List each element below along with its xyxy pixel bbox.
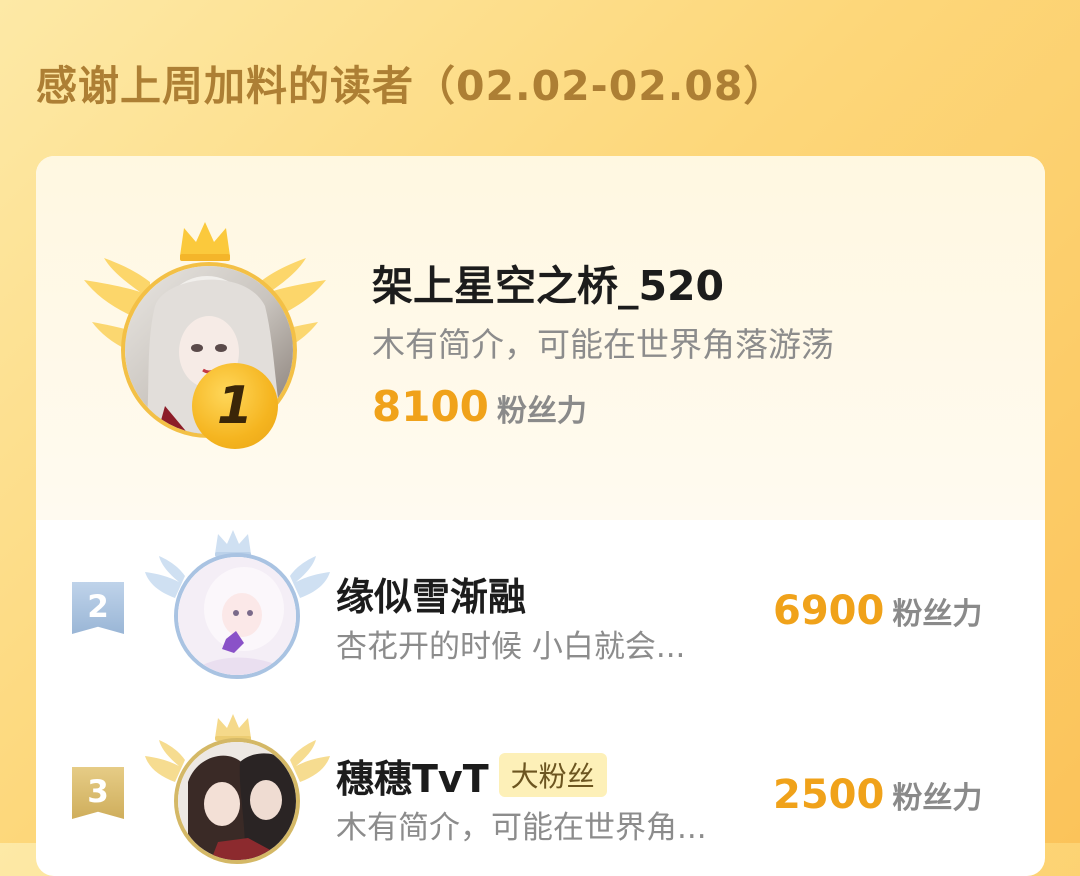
first-place-bio: 木有简介，可能在世界角落游荡 [372,325,834,364]
rank-2-bio: 杏花开的时候 小白就会... [336,629,686,665]
score-value: 8100 [372,382,489,431]
score-value: 2500 [773,772,885,818]
rank-3-username-text: 穗穗TvT [336,757,489,801]
score-unit: 粉丝力 [892,781,983,816]
big-fan-badge: 大粉丝 [498,753,607,797]
rank-3-avatar[interactable] [174,738,300,864]
rank-2-username[interactable]: 缘似雪渐融 [336,566,526,621]
rank-2-tag: 2 [72,582,124,634]
score-unit: 粉丝力 [892,597,983,632]
rank-3-tag: 3 [72,767,124,819]
rank-2-score: 6900 粉丝力 [773,588,982,634]
score-unit: 粉丝力 [496,394,587,429]
first-place-score: 8100 粉丝力 [372,382,587,431]
score-value: 6900 [773,588,885,634]
rank-3-score: 2500 粉丝力 [773,772,982,818]
rank-3-username[interactable]: 穗穗TvT 大粉丝 [336,748,607,803]
rank-3-bio: 木有简介，可能在世界角... [336,810,707,846]
first-place-username[interactable]: 架上星空之桥_520 [372,252,724,312]
rank-1-badge: 1 [192,363,278,449]
rank-2-avatar[interactable] [174,553,300,679]
page-title: 感谢上周加料的读者（02.02-02.08） [36,62,786,110]
